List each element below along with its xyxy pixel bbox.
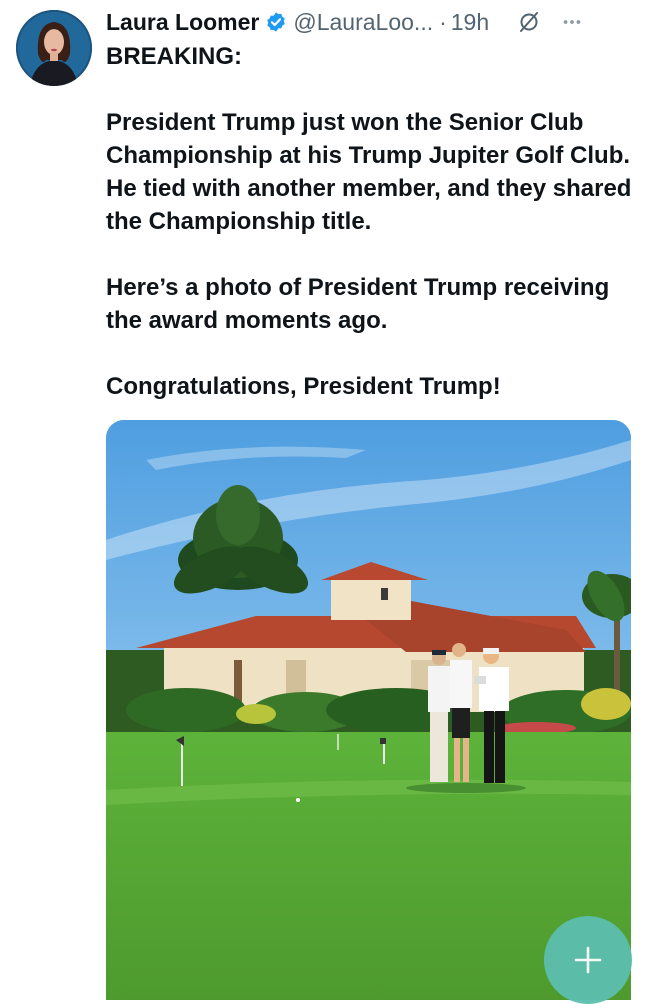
tweet-header: Laura Loomer @LauraLoo... · 19h [106,7,637,37]
separator-dot: · [439,9,447,35]
plus-icon [574,946,602,974]
tweet-paragraph-announcement: President Trump just won the Senior Club… [106,109,632,235]
compose-post-button[interactable] [544,916,632,1004]
author-handle[interactable]: @LauraLoo... [293,7,433,37]
tweet-photo[interactable] [106,420,631,1000]
verified-badge-icon [265,11,287,33]
more-options-icon[interactable] [561,11,583,33]
tweet-paragraph-photo-note: Here’s a photo of President Trump receiv… [106,274,610,334]
tweet-text: BREAKING: President Trump just won the S… [106,40,636,403]
tweet-timestamp[interactable]: 19h [451,7,489,37]
author-name[interactable]: Laura Loomer [106,7,259,37]
grok-icon[interactable] [517,10,541,34]
tweet-paragraph-breaking: BREAKING: [106,43,242,70]
avatar[interactable] [16,10,92,86]
tweet-paragraph-congratulations: Congratulations, President Trump! [106,373,501,400]
